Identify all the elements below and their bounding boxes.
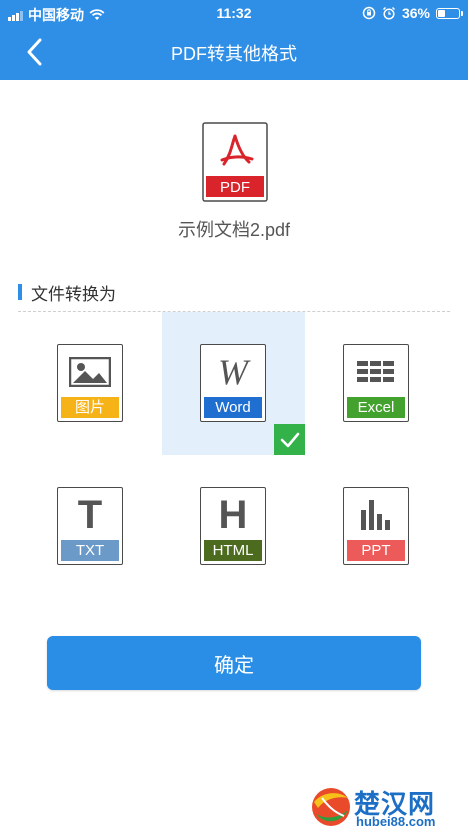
- pdf-type-label: PDF: [220, 179, 250, 196]
- file-name: 示例文档2.pdf: [177, 220, 291, 240]
- alarm-icon: [382, 6, 395, 20]
- format-option-html[interactable]: H HTML: [162, 455, 305, 598]
- format-label: Word: [204, 397, 262, 418]
- globe-logo-icon: [312, 788, 350, 826]
- page-title: PDF转其他格式: [171, 44, 297, 64]
- image-icon: [69, 357, 111, 387]
- format-card: PPT: [343, 487, 409, 565]
- format-card: W Word: [200, 344, 266, 422]
- format-label: HTML: [204, 540, 262, 561]
- format-card: Excel: [343, 344, 409, 422]
- format-label: TXT: [61, 540, 119, 561]
- bar-chart-icon: [361, 500, 390, 530]
- battery-icon: [436, 7, 463, 19]
- battery-percent: 36%: [401, 5, 430, 21]
- format-label: PPT: [347, 540, 405, 561]
- format-card: H HTML: [200, 487, 266, 565]
- confirm-button[interactable]: 确定: [47, 636, 421, 690]
- format-option-txt[interactable]: T TXT: [19, 455, 162, 598]
- txt-t-icon: T: [77, 492, 103, 537]
- html-h-icon: H: [218, 492, 248, 537]
- watermark-logo: 楚汉网 hubei88.com: [308, 782, 468, 832]
- watermark-url: hubei88.com: [356, 814, 436, 829]
- format-card: T TXT: [57, 487, 123, 565]
- section-header: 文件转换为: [18, 280, 116, 304]
- format-card: 图片: [57, 344, 123, 422]
- selected-check-badge: [274, 424, 305, 455]
- rotation-lock-icon: [362, 6, 376, 20]
- top-bar: 中国移动 11:32 36% PDF转其他格式: [0, 0, 468, 80]
- format-label: Excel: [347, 397, 405, 418]
- format-option-image[interactable]: 图片: [19, 312, 162, 455]
- checkmark-icon: [280, 432, 299, 447]
- word-w-icon: W: [218, 352, 248, 392]
- section-accent-bar: [18, 284, 22, 300]
- format-label: 图片: [61, 397, 119, 418]
- status-right: 36%: [362, 5, 463, 21]
- section-title: 文件转换为: [31, 284, 116, 304]
- format-option-word[interactable]: W Word: [162, 312, 305, 455]
- grid-icon: [357, 361, 394, 382]
- pdf-file-icon: PDF: [202, 122, 268, 202]
- format-option-excel[interactable]: Excel: [305, 312, 448, 455]
- status-bar: 中国移动 11:32 36%: [0, 0, 468, 26]
- format-option-ppt[interactable]: PPT: [305, 455, 448, 598]
